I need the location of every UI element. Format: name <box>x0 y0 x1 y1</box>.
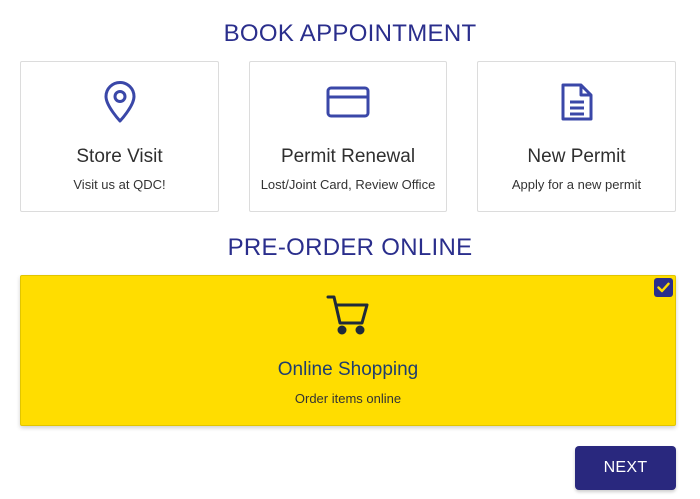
online-shopping-title: Online Shopping <box>277 359 419 380</box>
new-permit-title: New Permit <box>527 146 626 167</box>
store-visit-card[interactable]: Store Visit Visit us at QDC! <box>20 61 219 212</box>
credit-card-icon <box>250 80 446 124</box>
store-visit-subtitle: Visit us at QDC! <box>73 177 166 192</box>
location-pin-icon <box>21 80 218 124</box>
book-appointment-heading: BOOK APPOINTMENT <box>223 20 477 47</box>
next-button[interactable]: NEXT <box>575 446 676 490</box>
permit-renewal-subtitle: Lost/Joint Card, Review Office <box>260 177 436 192</box>
pre-order-heading: PRE-ORDER ONLINE <box>227 234 473 261</box>
online-shopping-card[interactable]: Online Shopping Order items online <box>20 275 676 426</box>
document-icon <box>478 80 675 124</box>
permit-renewal-card[interactable]: Permit Renewal Lost/Joint Card, Review O… <box>249 61 447 212</box>
permit-renewal-title: Permit Renewal <box>280 146 416 167</box>
new-permit-subtitle: Apply for a new permit <box>511 177 642 192</box>
store-visit-title: Store Visit <box>76 146 163 167</box>
online-shopping-subtitle: Order items online <box>294 391 402 406</box>
new-permit-card[interactable]: New Permit Apply for a new permit <box>477 61 676 212</box>
appointment-page: BOOK APPOINTMENT Store Visit Visit us at… <box>0 0 700 499</box>
shopping-cart-icon <box>21 292 675 338</box>
